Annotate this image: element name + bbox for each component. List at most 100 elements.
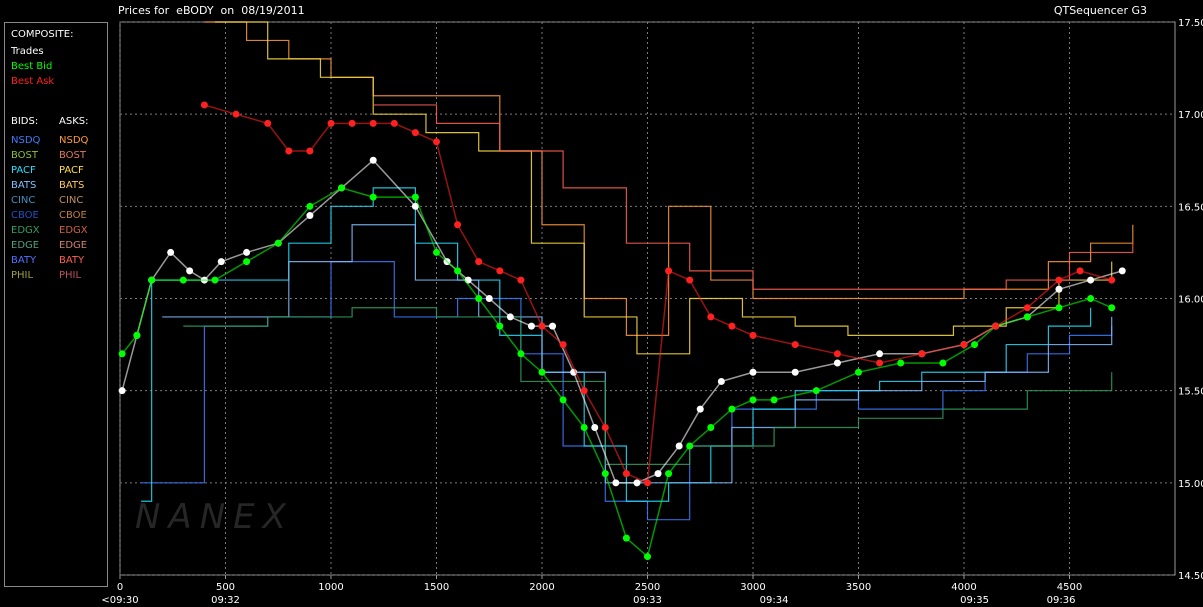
point-best-bid xyxy=(665,470,673,478)
point-trades xyxy=(1118,267,1126,275)
point-best-bid xyxy=(475,295,483,302)
y-tick-label: 14.50 xyxy=(1178,571,1203,582)
watermark-text: NANEX xyxy=(135,497,294,537)
point-best-bid xyxy=(812,387,820,395)
point-trades xyxy=(696,405,704,413)
point-best-ask xyxy=(232,110,240,118)
point-trades xyxy=(717,377,725,385)
point-best-bid xyxy=(454,267,462,275)
point-trades xyxy=(1087,276,1095,284)
point-best-bid xyxy=(707,424,715,432)
point-trades xyxy=(506,313,514,321)
point-best-bid xyxy=(118,350,126,358)
point-trades xyxy=(749,368,757,376)
point-best-bid xyxy=(1087,295,1095,302)
point-best-ask xyxy=(538,322,546,330)
point-best-bid xyxy=(559,396,567,404)
point-best-bid xyxy=(1108,304,1116,312)
point-best-bid xyxy=(749,396,757,404)
point-best-ask xyxy=(306,147,314,155)
point-best-ask xyxy=(559,341,567,349)
y-tick-label: 16.00 xyxy=(1178,295,1203,306)
x-tick-label: 3500 xyxy=(846,582,871,593)
x-tick-label: 1500 xyxy=(424,582,449,593)
point-best-bid xyxy=(179,276,187,284)
point-best-bid xyxy=(601,470,609,478)
x-tick-label: 4500 xyxy=(1057,582,1082,593)
point-best-bid xyxy=(897,359,905,367)
point-best-bid xyxy=(211,276,219,284)
point-best-bid xyxy=(622,534,630,542)
point-best-bid xyxy=(274,239,282,247)
point-trades xyxy=(654,470,662,478)
point-best-ask xyxy=(285,147,293,155)
point-best-ask xyxy=(433,138,440,146)
point-trades xyxy=(369,156,377,164)
point-best-ask xyxy=(348,119,356,127)
point-best-ask xyxy=(644,479,651,487)
point-trades xyxy=(1055,285,1063,293)
point-trades xyxy=(833,359,841,367)
point-best-ask xyxy=(411,129,419,137)
point-best-bid xyxy=(411,193,419,201)
point-best-bid xyxy=(433,248,440,256)
point-best-ask xyxy=(454,221,462,229)
x-tick-label: 3000 xyxy=(740,582,765,593)
point-trades xyxy=(527,322,535,330)
point-best-bid xyxy=(243,258,251,266)
point-best-ask xyxy=(992,322,1000,330)
point-best-bid xyxy=(517,350,525,358)
point-trades xyxy=(306,212,314,220)
point-best-ask xyxy=(200,101,208,109)
point-best-bid xyxy=(1055,304,1063,312)
time-label: 09:33 xyxy=(633,595,662,606)
point-best-ask xyxy=(369,119,377,127)
point-best-bid xyxy=(1023,313,1031,321)
point-best-bid xyxy=(855,368,862,376)
point-best-bid xyxy=(338,184,346,192)
point-best-bid xyxy=(133,331,141,339)
point-best-ask xyxy=(390,119,398,127)
point-best-ask xyxy=(264,119,272,127)
point-best-ask xyxy=(791,341,799,349)
point-best-bid xyxy=(538,368,546,376)
point-best-ask xyxy=(833,350,841,358)
y-tick-label: 17.00 xyxy=(1178,110,1203,121)
point-best-bid xyxy=(644,553,651,561)
y-tick-label: 15.50 xyxy=(1178,387,1203,398)
x-tick-label: 500 xyxy=(216,582,235,593)
point-trades xyxy=(549,322,557,330)
point-best-ask xyxy=(475,258,483,266)
point-best-ask xyxy=(580,387,588,395)
point-best-ask xyxy=(749,331,757,339)
point-best-ask xyxy=(327,119,335,127)
point-trades xyxy=(217,258,225,266)
point-trades xyxy=(186,267,194,275)
point-trades xyxy=(612,479,620,487)
x-tick-label: 4000 xyxy=(951,582,976,593)
point-best-bid xyxy=(306,202,314,210)
point-best-ask xyxy=(876,359,884,367)
point-best-ask xyxy=(622,470,630,478)
point-best-bid xyxy=(580,424,588,432)
point-trades xyxy=(675,442,683,450)
point-best-ask xyxy=(960,341,968,349)
point-trades xyxy=(876,350,884,358)
point-best-ask xyxy=(707,313,715,321)
point-best-ask xyxy=(1108,276,1116,284)
point-best-ask xyxy=(517,276,525,284)
x-tick-label: 1000 xyxy=(318,582,343,593)
point-trades xyxy=(118,387,126,395)
point-best-bid xyxy=(770,396,778,404)
time-label: 09:34 xyxy=(760,595,789,606)
point-best-ask xyxy=(686,276,694,284)
x-tick-label: 2000 xyxy=(529,582,554,593)
x-tick-label: 2500 xyxy=(635,582,660,593)
point-best-ask xyxy=(665,267,673,275)
point-trades xyxy=(243,248,251,256)
x-tick-label: 0 xyxy=(117,582,123,593)
point-trades xyxy=(485,295,493,302)
point-trades xyxy=(791,368,799,376)
point-best-ask xyxy=(1055,276,1063,284)
point-best-bid xyxy=(728,405,736,413)
